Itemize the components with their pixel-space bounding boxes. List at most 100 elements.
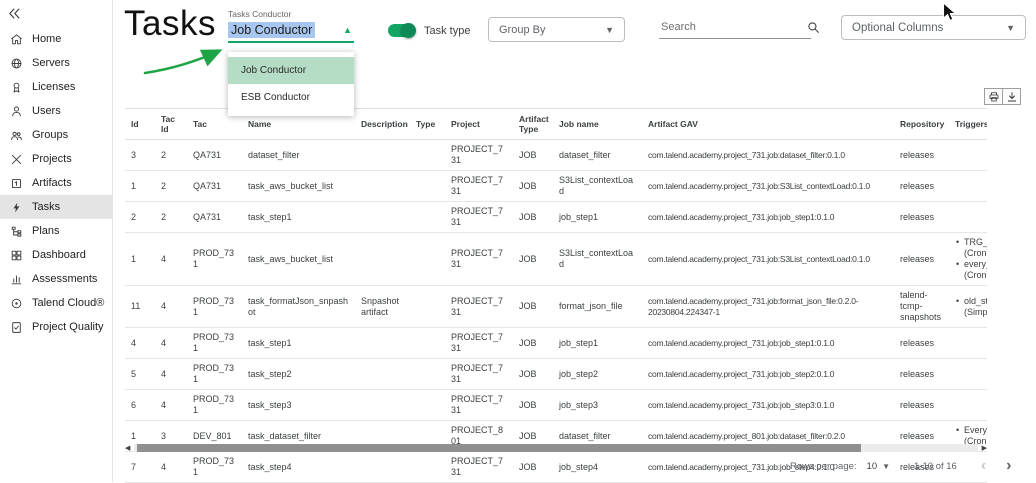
column-header-project[interactable]: Project [445, 109, 513, 140]
group-by-select[interactable]: Group By ▼ [488, 17, 625, 42]
cell-type [410, 452, 445, 483]
cell-id: 3 [125, 140, 155, 171]
cell-tac-id: 4 [155, 452, 187, 483]
sidebar-nav: Home ServersLicensesUsers Groups ProjectsAr… [0, 27, 112, 339]
cell-job-name: job_step1 [553, 328, 642, 359]
bolt-icon [10, 201, 23, 214]
cell-artifact-gav: com.talend.academy.project_731.job:job_s… [642, 359, 894, 390]
cell-artifact-gav: com.talend.academy.project_731.job:job_s… [642, 202, 894, 233]
cell-type [410, 233, 445, 286]
sidebar-item-label: Home [32, 33, 61, 45]
table-row[interactable]: 14PROD_731task_aws_bucket_listPROJECT_73… [125, 233, 987, 286]
sidebar-item-assessments[interactable]: Assessments [0, 267, 112, 291]
cell-name: task_step1 [242, 202, 355, 233]
cell-repository: talend-tcmp-snapshots [894, 286, 949, 328]
scrollbar-thumb[interactable] [137, 444, 861, 452]
sidebar-item-project-quality[interactable]: Project Quality [0, 315, 112, 339]
table-row[interactable]: 54PROD_731task_step2PROJECT_731JOBjob_st… [125, 359, 987, 390]
cell-artifact-type: JOB [513, 286, 553, 328]
cell-project: PROJECT_731 [445, 286, 513, 328]
cell-artifact-gav: com.talend.academy.project_731.job:job_s… [642, 390, 894, 421]
cell-tac: QA731 [187, 202, 242, 233]
next-page-button[interactable]: › [1006, 460, 1011, 472]
prev-page-button[interactable]: ‹ [981, 460, 986, 472]
cell-description [355, 359, 410, 390]
cell-project: PROJECT_731 [445, 328, 513, 359]
search-icon[interactable] [807, 21, 820, 34]
sidebar-item-label: Dashboard [32, 249, 86, 261]
table-row[interactable]: 114PROD_731task_formatJson_snpashotSnpas… [125, 286, 987, 328]
search-input[interactable] [659, 21, 807, 33]
cell-tac-id: 4 [155, 233, 187, 286]
table-row[interactable]: 44PROD_731task_step1PROJECT_731JOBjob_st… [125, 328, 987, 359]
home-icon [10, 33, 23, 46]
doc-check-icon [10, 321, 23, 334]
rows-per-page-value: 10 [867, 461, 878, 472]
cell-artifact-gav: com.talend.academy.project_731.job:forma… [642, 286, 894, 328]
column-header-tac-id[interactable]: Tac Id [155, 109, 187, 140]
table-row[interactable]: 32QA731dataset_filterPROJECT_731JOBdatas… [125, 140, 987, 171]
conductor-option-job-conductor[interactable]: Job Conductor [228, 57, 354, 84]
export-download-button[interactable] [1002, 88, 1021, 105]
scroll-right-arrow[interactable]: ▶ [978, 444, 987, 453]
table-row[interactable]: 12QA731task_aws_bucket_listPROJECT_731JO… [125, 171, 987, 202]
rows-per-page-select[interactable]: 10 ▼ [867, 461, 891, 472]
sidebar-item-label: Tasks [32, 201, 60, 213]
column-header-triggers[interactable]: Triggers [949, 109, 987, 140]
sidebar-item-users[interactable]: Users [0, 99, 112, 123]
column-header-artifact-type[interactable]: Artifact Type [513, 109, 553, 140]
conductor-select[interactable]: Tasks Conductor Job Conductor ▲ Job Cond… [228, 9, 354, 43]
cell-artifact-gav: com.talend.academy.project_731.job:S3Lis… [642, 171, 894, 202]
cell-description [355, 140, 410, 171]
sidebar-item-home[interactable]: Home [0, 27, 112, 51]
table-row[interactable]: 64PROD_731task_step3PROJECT_731JOBjob_st… [125, 390, 987, 421]
table-row[interactable]: 22QA731task_step1PROJECT_731JOBjob_step1… [125, 202, 987, 233]
column-header-artifact-gav[interactable]: Artifact GAV [642, 109, 894, 140]
cell-name: task_step2 [242, 359, 355, 390]
sidebar-item-talend-cloud[interactable]: Talend Cloud® [0, 291, 112, 315]
cell-triggers [949, 140, 987, 171]
column-header-type[interactable]: Type [410, 109, 445, 140]
cell-repository: releases [894, 140, 949, 171]
column-header-job-name[interactable]: Job name [553, 109, 642, 140]
scroll-left-arrow[interactable]: ◀ [125, 444, 134, 453]
sidebar-item-projects[interactable]: Projects [0, 147, 112, 171]
cell-description [355, 171, 410, 202]
cell-name: task_aws_bucket_list [242, 233, 355, 286]
pagination: Rows per page: 10 ▼ 1-10 of 16 ‹ › [790, 460, 1012, 472]
cell-project: PROJECT_731 [445, 452, 513, 483]
cell-artifact-type: JOB [513, 140, 553, 171]
cell-triggers [949, 390, 987, 421]
trigger-item: old_star (Simple [964, 296, 987, 318]
cell-artifact-type: JOB [513, 233, 553, 286]
chevron-down-icon: ▼ [1006, 23, 1015, 33]
horizontal-scrollbar[interactable]: ◀ ▶ [125, 443, 987, 453]
cell-name: task_step4 [242, 452, 355, 483]
sidebar-item-plans[interactable]: Plans [0, 219, 112, 243]
scrollbar-track[interactable] [134, 444, 978, 452]
column-header-repository[interactable]: Repository [894, 109, 949, 140]
task-type-toggle[interactable] [388, 24, 415, 37]
cell-tac-id: 2 [155, 202, 187, 233]
cell-repository: releases [894, 233, 949, 286]
sidebar-item-dashboard[interactable]: Dashboard [0, 243, 112, 267]
cell-description [355, 328, 410, 359]
sidebar: Home ServersLicensesUsers Groups ProjectsAr… [0, 0, 113, 482]
sidebar-item-artifacts[interactable]: Artifacts [0, 171, 112, 195]
conductor-label: Tasks Conductor [228, 9, 354, 19]
conductor-value-row[interactable]: Job Conductor ▲ [228, 20, 354, 43]
sidebar-item-label: Project Quality [32, 321, 104, 333]
print-button[interactable] [984, 88, 1003, 105]
conductor-option-esb-conductor[interactable]: ESB Conductor [228, 84, 354, 111]
sidebar-item-tasks[interactable]: Tasks [0, 195, 112, 219]
sidebar-item-label: Groups [32, 129, 68, 141]
sidebar-item-licenses[interactable]: Licenses [0, 75, 112, 99]
column-header-description[interactable]: Description [355, 109, 410, 140]
optional-columns-select[interactable]: Optional Columns ▼ [841, 15, 1026, 40]
sidebar-collapse-button[interactable] [7, 6, 23, 22]
sidebar-item-servers[interactable]: Servers [0, 51, 112, 75]
sidebar-item-groups[interactable]: Groups [0, 123, 112, 147]
column-header-id[interactable]: Id [125, 109, 155, 140]
cell-project: PROJECT_731 [445, 233, 513, 286]
cell-triggers [949, 359, 987, 390]
